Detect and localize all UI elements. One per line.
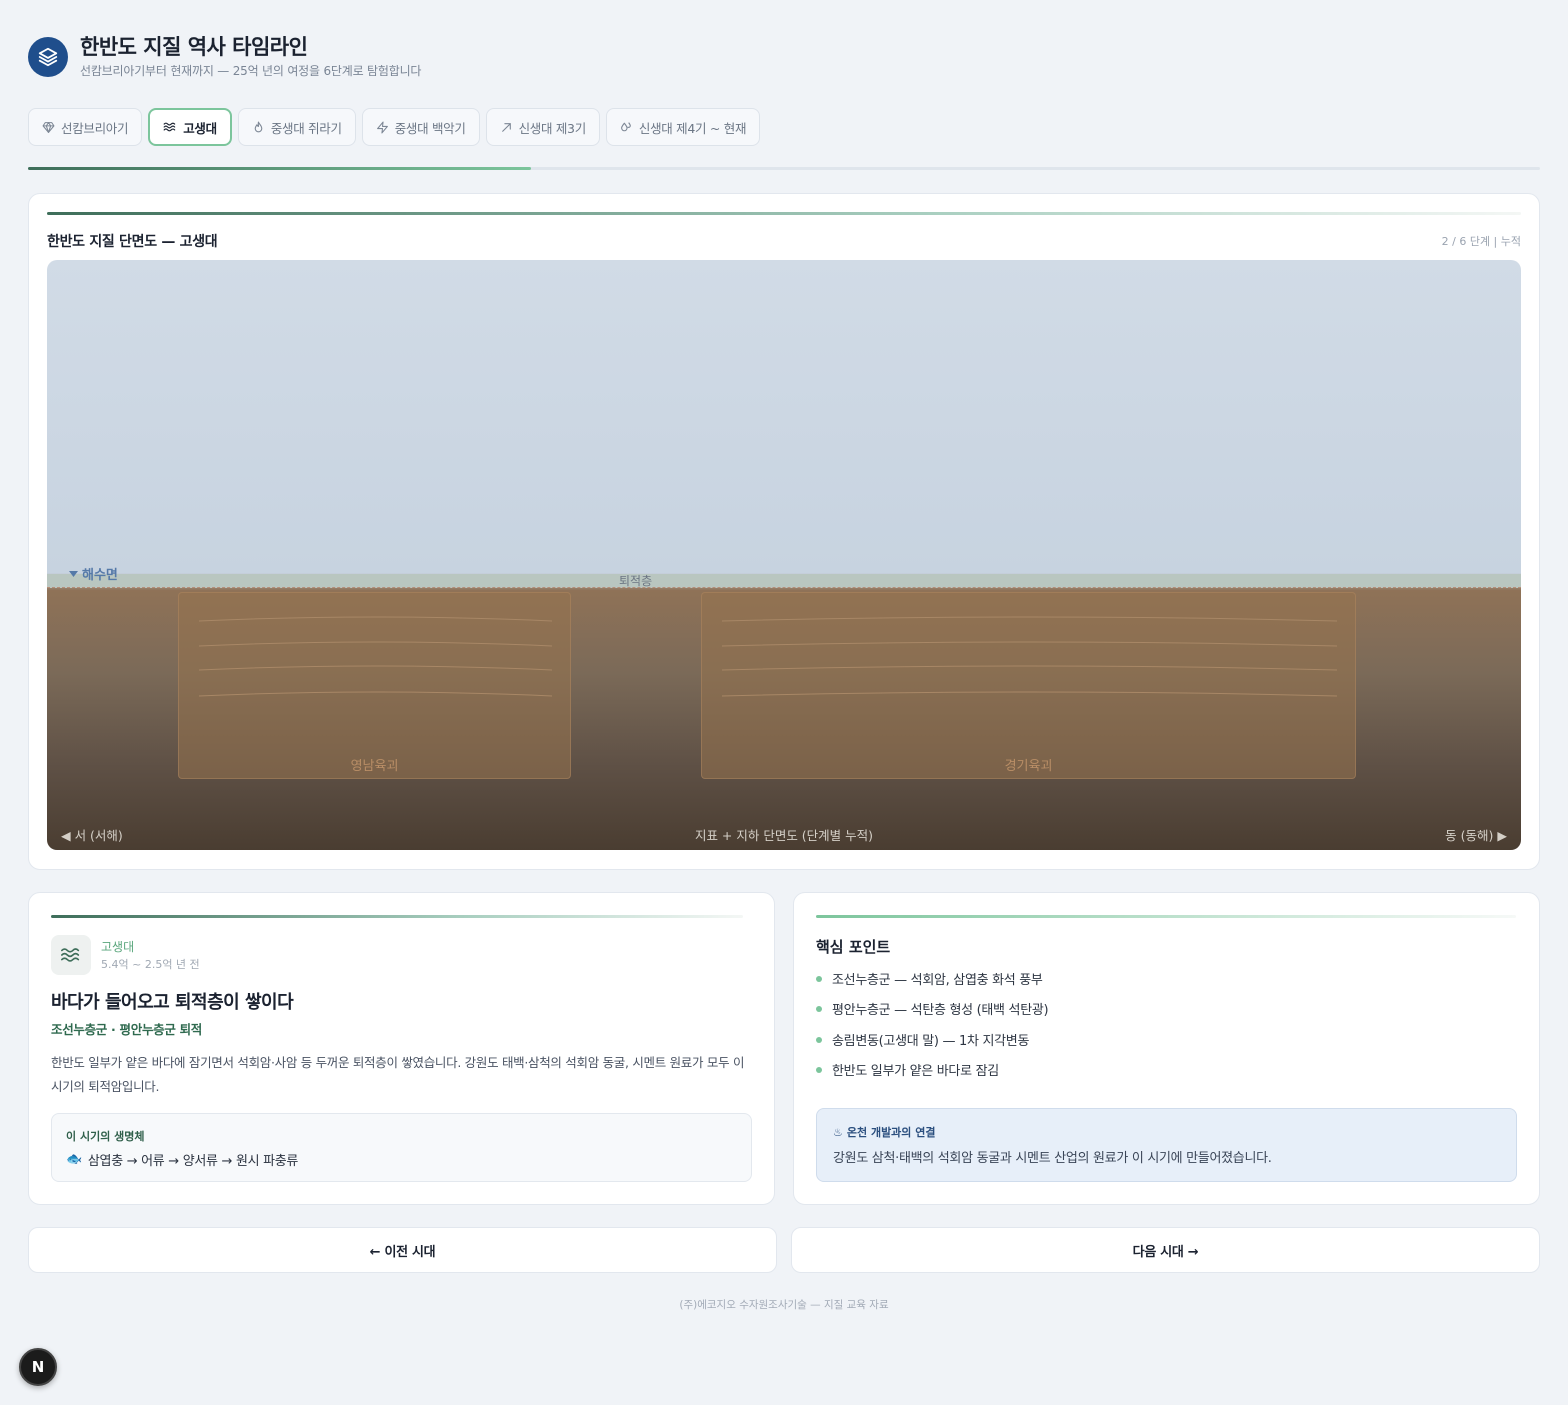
era-years: 5.4억 ~ 2.5억 년 전 [101,958,200,971]
life-forms-title: 이 시기의 생명체 [66,1130,145,1143]
life-forms-text: 🐟 삼엽충 → 어류 → 양서류 → 원시 파충류 [66,1152,299,1169]
droplets-icon [620,121,631,131]
waves-icon [51,935,91,975]
trending-up-icon [501,122,511,132]
fish-icon: 🐟 [66,1152,82,1167]
basin-label: 경기육괴 [1004,759,1053,774]
app-title: 한반도 지질 역사 타임라인 [80,35,308,59]
list-item: 평안누층군 — 석탄층 형성 (태백 석탄광) [816,1001,1049,1031]
tab-quaternary[interactable]: 신생대 제4기 ~ 현재 [605,108,761,146]
cross-section-title: 한반도 지질 단면도 — 고생대 [47,234,218,250]
yeongnam-massif: 영남육괴 [178,592,571,779]
stage-indicator: 2 / 6 단계 | 누적 [1441,235,1521,248]
era-subheading: 조선누층군 · 평안누층군 퇴적 [51,1022,203,1037]
cross-section-caption: 지표 + 지하 단면도 (단계별 누적) [694,828,874,843]
list-item: 한반도 일부가 얕은 바다로 잠김 [816,1062,1048,1092]
gyeonggi-massif: 경기육괴 [701,592,1356,779]
gem-icon [42,121,55,133]
era-name: 고생대 [101,940,135,954]
tab-label: 신생대 제4기 ~ 현재 [638,120,747,136]
app-header: 한반도 지질 역사 타임라인 선캄브리아기부터 현재까지 — 25억 년의 여정… [28,34,421,79]
era-info-card: 고생대 5.4억 ~ 2.5억 년 전 바다가 들어오고 퇴적층이 쌓이다 조선… [28,892,775,1205]
card-accent-line [816,915,1516,918]
life-forms-box: 이 시기의 생명체 🐟 삼엽충 → 어류 → 양서류 → 원시 파충류 [51,1113,752,1182]
era-tabs: 선캄브리아기 고생대 중생대 쥐라기 중생대 백악기 신생대 제3기 신생대 제… [28,108,761,146]
hot-spring-text: 강원도 삼척·태백의 석회암 동굴과 시멘트 산업의 원료가 이 시기에 만들어… [833,1151,1272,1166]
tab-paleozoic[interactable]: 고생대 [148,108,232,146]
list-item: 조선누층군 — 석회암, 삼엽충 화석 풍부 [816,971,1048,1001]
footer-text: (주)에코지오 수자원조사기술 — 지질 교육 자료 [679,1299,889,1311]
strata-lines [721,616,1338,697]
nextjs-devtools-button[interactable]: N [19,1348,57,1386]
sediment-layer-label: 퇴적층 [619,574,653,588]
card-accent-line [47,212,1521,215]
zap-icon [376,121,388,133]
next-era-button[interactable]: 다음 시대 → [791,1227,1540,1273]
app-subtitle: 선캄브리아기부터 현재까지 — 25억 년의 여정을 6단계로 탐험합니다 [80,64,422,78]
waves-icon [163,122,176,132]
hot-spring-connection-box: ♨ 온천 개발과의 연결 강원도 삼척·태백의 석회암 동굴과 시멘트 산업의 … [816,1108,1517,1182]
tab-jurassic[interactable]: 중생대 쥐라기 [237,108,356,146]
shallow-sea-layer [47,574,1521,588]
tab-precambrian[interactable]: 선캄브리아기 [28,108,143,146]
sea-level-line [47,587,1521,588]
era-description: 한반도 일부가 얕은 바다에 잠기면서 석회암·사암 등 두꺼운 퇴적층이 쌓였… [51,1055,745,1094]
layers-icon [28,36,68,77]
era-heading: 바다가 들어오고 퇴적층이 쌓이다 [51,992,294,1013]
key-points-title: 핵심 포인트 [816,938,891,956]
card-accent-line [51,915,743,918]
basin-label: 영남육괴 [350,759,399,774]
flame-icon [254,121,263,132]
cross-section-card: 한반도 지질 단면도 — 고생대 2 / 6 단계 | 누적 해수면 퇴적층 영… [28,193,1540,870]
prev-era-button[interactable]: ← 이전 시대 [28,1227,777,1273]
key-points-list: 조선누층군 — 석회암, 삼엽충 화석 풍부 평안누층군 — 석탄층 형성 (태… [816,971,1049,1092]
tab-label: 중생대 백악기 [394,120,466,136]
sea-level-label: 해수면 [69,564,118,583]
east-direction-label: 동 (동해) ▶ [1445,828,1507,843]
key-points-card: 핵심 포인트 조선누층군 — 석회암, 삼엽충 화석 풍부 평안누층군 — 석탄… [793,892,1540,1205]
list-item: 송림변동(고생대 말) — 1차 지각변동 [816,1032,1048,1062]
caret-down-icon [69,570,78,577]
tab-cretaceous[interactable]: 중생대 백악기 [361,108,480,146]
timeline-progress-fill [28,167,532,170]
hot-spring-title: ♨ 온천 개발과의 연결 [833,1125,936,1140]
tab-neogene[interactable]: 신생대 제3기 [485,108,600,146]
cross-section-diagram: 해수면 퇴적층 영남육괴 경기육괴 ◀ 서 (서해) 지표 + 지하 단면도 (… [47,260,1521,850]
tab-label: 고생대 [183,120,217,136]
tab-label: 중생대 쥐라기 [270,120,342,136]
hot-spring-icon: ♨ [833,1125,843,1139]
timeline-progress [28,167,1540,170]
tab-label: 선캄브리아기 [61,120,129,136]
strata-lines [198,616,553,697]
tab-label: 신생대 제3기 [518,120,587,136]
